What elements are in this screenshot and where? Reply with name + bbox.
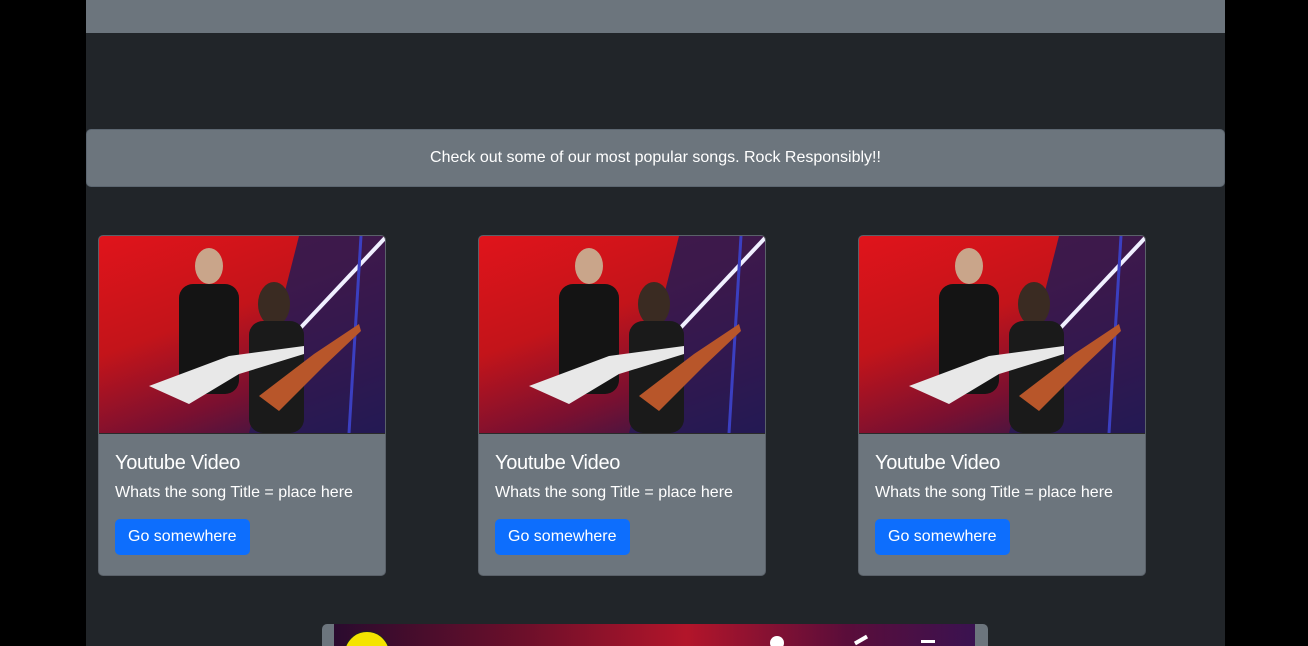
song-card: Youtube Video Whats the song Title = pla… <box>478 235 766 576</box>
card-title: Youtube Video <box>875 452 1001 474</box>
card-body: Youtube Video Whats the song Title = pla… <box>859 434 1145 571</box>
go-somewhere-button[interactable]: Go somewhere <box>875 519 1010 555</box>
video-player[interactable] <box>322 624 988 646</box>
card-body: Youtube Video Whats the song Title = pla… <box>479 434 765 571</box>
share-icon[interactable] <box>853 634 869 646</box>
go-somewhere-button[interactable]: Go somewhere <box>495 519 630 555</box>
video-thumbnail[interactable] <box>334 624 975 646</box>
concert-photo-icon <box>149 236 385 433</box>
song-card: Youtube Video Whats the song Title = pla… <box>98 235 386 576</box>
card-image <box>859 236 1145 434</box>
card-text: Whats the song Title = place here <box>875 484 1113 501</box>
concert-photo-icon <box>529 236 765 433</box>
card-text: Whats the song Title = place here <box>115 484 353 501</box>
go-somewhere-button[interactable]: Go somewhere <box>115 519 250 555</box>
card-text: Whats the song Title = place here <box>495 484 733 501</box>
concert-photo-icon <box>909 236 1145 433</box>
menu-icon[interactable] <box>921 640 935 643</box>
info-icon[interactable] <box>770 636 784 646</box>
card-image <box>99 236 385 434</box>
card-image <box>479 236 765 434</box>
page-container: Check out some of our most popular songs… <box>86 0 1225 646</box>
banner-text: Check out some of our most popular songs… <box>430 149 881 166</box>
card-title: Youtube Video <box>495 452 621 474</box>
intro-banner: Check out some of our most popular songs… <box>86 129 1225 187</box>
card-body: Youtube Video Whats the song Title = pla… <box>99 434 385 571</box>
top-navbar <box>86 0 1225 33</box>
channel-logo-icon[interactable] <box>344 631 390 646</box>
card-title: Youtube Video <box>115 452 241 474</box>
song-card: Youtube Video Whats the song Title = pla… <box>858 235 1146 576</box>
